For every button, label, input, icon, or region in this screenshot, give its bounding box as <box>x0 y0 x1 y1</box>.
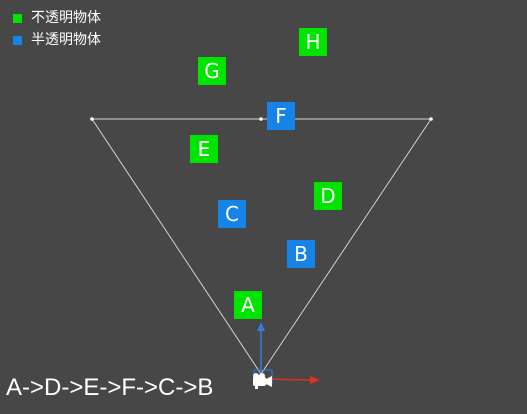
object-f-label: F <box>275 104 287 128</box>
object-e[interactable]: E <box>190 135 218 163</box>
object-d-label: D <box>320 184 336 208</box>
object-a[interactable]: A <box>234 291 262 319</box>
gizmo-x-arrow[interactable] <box>310 376 320 384</box>
camera-icon[interactable] <box>253 373 272 389</box>
frustum-corner-right <box>429 117 433 121</box>
object-b-label: B <box>294 242 308 266</box>
object-h-label: H <box>305 30 321 54</box>
object-a-label: A <box>241 293 255 317</box>
scene-canvas <box>90 117 433 389</box>
frustum-left-edge <box>91 118 262 375</box>
object-f[interactable]: F <box>267 102 295 130</box>
object-d[interactable]: D <box>314 182 342 210</box>
gizmo-y-arrow[interactable] <box>257 322 265 331</box>
object-e-label: E <box>197 137 211 161</box>
object-g-label: G <box>204 59 220 83</box>
object-h[interactable]: H <box>299 28 327 56</box>
frustum-corner-left <box>90 117 94 121</box>
object-g[interactable]: G <box>198 57 226 85</box>
render-order-text: A->D->E->F->C->B <box>6 374 214 401</box>
frustum-corner-mid <box>259 117 263 121</box>
object-b[interactable]: B <box>287 240 315 268</box>
object-c[interactable]: C <box>218 200 246 228</box>
object-c-label: C <box>225 202 239 226</box>
